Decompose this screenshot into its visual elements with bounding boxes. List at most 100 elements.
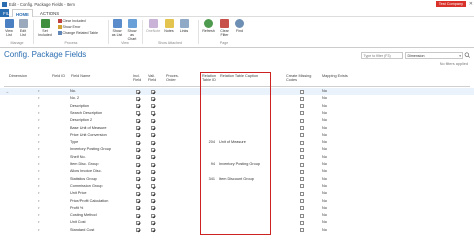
validate-field-checkbox[interactable] xyxy=(151,220,155,225)
validate-field-checkbox[interactable] xyxy=(151,213,155,218)
include-field-checkbox[interactable] xyxy=(136,199,140,204)
tab-file[interactable]: FILE xyxy=(0,9,12,17)
create-missing-codes-checkbox[interactable] xyxy=(300,147,304,152)
dimension-dropdown-icon[interactable]: ▾ xyxy=(38,97,41,100)
validate-field-checkbox[interactable] xyxy=(151,184,155,189)
dimension-dropdown-icon[interactable]: ▾ xyxy=(38,192,41,195)
show-as-chart-button[interactable]: Show as Chart xyxy=(126,19,138,41)
dimension-dropdown-icon[interactable]: ▾ xyxy=(38,221,41,224)
include-field-checkbox[interactable] xyxy=(136,111,140,116)
validate-field-checkbox[interactable] xyxy=(151,206,155,211)
include-field-checkbox[interactable] xyxy=(136,140,140,145)
dimension-dropdown-icon[interactable]: ▾ xyxy=(38,148,41,151)
create-missing-codes-checkbox[interactable] xyxy=(300,169,304,174)
create-missing-codes-checkbox[interactable] xyxy=(300,213,304,218)
include-field-checkbox[interactable] xyxy=(136,228,140,233)
col-processing-order[interactable]: Proces. Order xyxy=(166,74,182,82)
validate-field-checkbox[interactable] xyxy=(151,199,155,204)
edit-list-button[interactable]: Edit List xyxy=(17,19,29,37)
filter-field-select[interactable]: Dimension ▾ xyxy=(405,52,463,59)
col-include-field[interactable]: Incl. Field xyxy=(133,74,145,82)
include-field-checkbox[interactable] xyxy=(136,213,140,218)
validate-field-checkbox[interactable] xyxy=(151,126,155,131)
clear-included-button[interactable]: Clear Included xyxy=(58,19,86,23)
include-field-checkbox[interactable] xyxy=(136,155,140,160)
view-list-button[interactable]: View List xyxy=(3,19,15,37)
dimension-dropdown-icon[interactable]: ▾ xyxy=(38,126,41,130)
include-field-checkbox[interactable] xyxy=(136,89,140,94)
show-error-button[interactable]: Show Error xyxy=(58,25,80,29)
filter-input[interactable]: Type to filter (F3) xyxy=(361,52,403,59)
include-field-checkbox[interactable] xyxy=(136,177,140,182)
create-missing-codes-checkbox[interactable] xyxy=(300,199,304,204)
dimension-dropdown-icon[interactable]: ▾ xyxy=(38,111,41,115)
validate-field-checkbox[interactable] xyxy=(151,169,155,174)
close-icon[interactable]: ✕ xyxy=(469,1,473,7)
create-missing-codes-checkbox[interactable] xyxy=(300,177,304,182)
col-mapping-exists[interactable]: Mapping Exists xyxy=(322,74,348,78)
dimension-dropdown-icon[interactable]: ▾ xyxy=(38,155,41,159)
include-field-checkbox[interactable] xyxy=(136,206,140,211)
include-field-checkbox[interactable] xyxy=(136,191,140,196)
dimension-dropdown-icon[interactable]: ▾ xyxy=(38,133,41,137)
clear-filter-button[interactable]: Clear Filter xyxy=(218,19,231,37)
create-missing-codes-checkbox[interactable] xyxy=(300,96,304,101)
dimension-dropdown-icon[interactable]: ▾ xyxy=(38,184,41,188)
tab-actions[interactable]: ACTIONS xyxy=(37,9,62,17)
create-missing-codes-checkbox[interactable] xyxy=(300,126,304,131)
dimension-dropdown-icon[interactable]: ▾ xyxy=(38,104,41,108)
dimension-dropdown-icon[interactable]: ▾ xyxy=(38,89,41,93)
col-field-name[interactable]: Field Name xyxy=(71,74,90,78)
create-missing-codes-checkbox[interactable] xyxy=(300,206,304,211)
create-missing-codes-checkbox[interactable] xyxy=(300,191,304,196)
notes-button[interactable]: Notes xyxy=(163,19,175,33)
include-field-checkbox[interactable] xyxy=(136,147,140,152)
include-field-checkbox[interactable] xyxy=(136,96,140,101)
include-field-checkbox[interactable] xyxy=(136,133,140,138)
create-missing-codes-checkbox[interactable] xyxy=(300,155,304,160)
set-included-button[interactable]: Set Included xyxy=(37,19,53,37)
onenote-button[interactable]: OneNote xyxy=(146,19,160,33)
tab-home[interactable]: HOME xyxy=(12,9,33,17)
include-field-checkbox[interactable] xyxy=(136,220,140,225)
change-related-table-button[interactable]: Change Related Table xyxy=(58,31,98,35)
validate-field-checkbox[interactable] xyxy=(151,96,155,101)
validate-field-checkbox[interactable] xyxy=(151,147,155,152)
dimension-dropdown-icon[interactable]: ▾ xyxy=(38,162,41,166)
validate-field-checkbox[interactable] xyxy=(151,228,155,233)
create-missing-codes-checkbox[interactable] xyxy=(300,140,304,145)
links-button[interactable]: Links xyxy=(178,19,190,33)
dimension-dropdown-icon[interactable]: ▾ xyxy=(38,177,41,181)
validate-field-checkbox[interactable] xyxy=(151,191,155,196)
dimension-dropdown-icon[interactable]: ▾ xyxy=(38,119,41,122)
dimension-dropdown-icon[interactable]: ▾ xyxy=(38,214,41,217)
create-missing-codes-checkbox[interactable] xyxy=(300,228,304,233)
col-create-missing-codes[interactable]: Create Missing Codes xyxy=(286,74,314,82)
validate-field-checkbox[interactable] xyxy=(151,140,155,145)
validate-field-checkbox[interactable] xyxy=(151,118,155,123)
include-field-checkbox[interactable] xyxy=(136,126,140,131)
validate-field-checkbox[interactable] xyxy=(151,133,155,138)
validate-field-checkbox[interactable] xyxy=(151,111,155,116)
col-validate-field[interactable]: Vali. Field xyxy=(148,74,160,82)
dimension-dropdown-icon[interactable]: ▾ xyxy=(38,141,41,144)
col-dimension[interactable]: Dimension xyxy=(9,74,27,78)
find-button[interactable]: Find xyxy=(234,19,245,33)
refresh-button[interactable]: Refresh xyxy=(202,19,215,33)
search-icon[interactable] xyxy=(464,52,471,59)
validate-field-checkbox[interactable] xyxy=(151,104,155,109)
create-missing-codes-checkbox[interactable] xyxy=(300,118,304,123)
dimension-dropdown-icon[interactable]: ▾ xyxy=(38,170,41,173)
validate-field-checkbox[interactable] xyxy=(151,162,155,167)
validate-field-checkbox[interactable] xyxy=(151,177,155,182)
include-field-checkbox[interactable] xyxy=(136,184,140,189)
create-missing-codes-checkbox[interactable] xyxy=(300,162,304,167)
create-missing-codes-checkbox[interactable] xyxy=(300,104,304,109)
dimension-dropdown-icon[interactable]: ▾ xyxy=(38,206,41,210)
dimension-dropdown-icon[interactable]: ▾ xyxy=(38,228,41,232)
dimension-dropdown-icon[interactable]: ▾ xyxy=(38,199,41,203)
create-missing-codes-checkbox[interactable] xyxy=(300,133,304,138)
create-missing-codes-checkbox[interactable] xyxy=(300,184,304,189)
col-field-id[interactable]: Field ID xyxy=(52,74,65,78)
create-missing-codes-checkbox[interactable] xyxy=(300,89,304,94)
